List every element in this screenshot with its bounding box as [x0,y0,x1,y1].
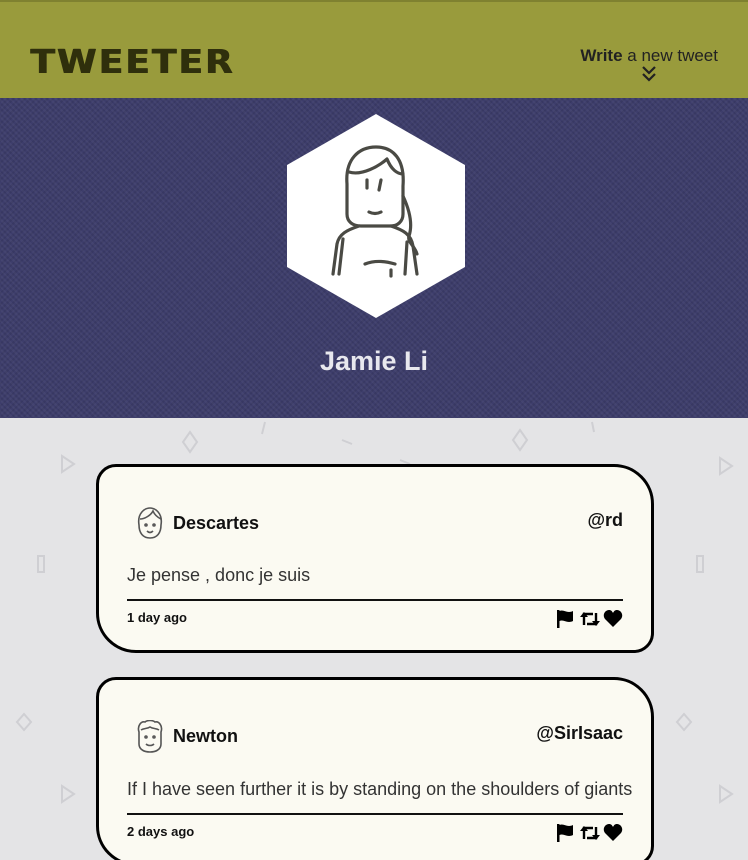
user-avatar-icon [137,507,163,539]
tweet-timestamp: 2 days ago [127,824,195,839]
top-nav: TWEETER Write a new tweet [0,0,748,98]
tweet-author-name: Descartes [173,513,260,533]
tweet-actions [555,609,623,629]
tweet-card: Newton @SirIsaac If I have seen further … [96,677,654,860]
retweet-icon[interactable] [579,823,600,843]
flag-icon[interactable] [555,823,575,843]
tweet-text: If I have seen further it is by standing… [127,779,633,799]
write-label-bold: Write [580,46,623,65]
profile-header: Jamie Li [0,98,748,418]
heart-icon[interactable] [603,823,623,843]
tweet-actions [555,823,623,843]
tweet-text: Je pense , donc je suis [127,565,311,585]
chevron-double-down-icon [642,66,656,82]
profile-avatar [287,114,465,318]
tweet-author-handle: @SirIsaac [536,723,623,743]
brand-logo[interactable]: TWEETER [30,44,234,82]
tweet-card: Descartes @rd Je pense , donc je suis 1 … [96,464,654,653]
user-avatar-icon [137,720,163,753]
tweet-timestamp: 1 day ago [127,610,187,625]
tweet-feed: Descartes @rd Je pense , donc je suis 1 … [0,418,748,860]
heart-icon[interactable] [603,609,623,629]
profile-name: Jamie Li [319,346,429,376]
flag-icon[interactable] [555,609,575,629]
write-tweet-button[interactable]: Write a new tweet [580,46,718,82]
tweet-divider [127,599,623,601]
tweet-author-name: Newton [173,726,238,746]
write-label-rest: a new tweet [622,46,718,65]
tweet-author-handle: @rd [587,510,623,530]
tweet-divider [127,813,623,815]
retweet-icon[interactable] [579,609,600,629]
